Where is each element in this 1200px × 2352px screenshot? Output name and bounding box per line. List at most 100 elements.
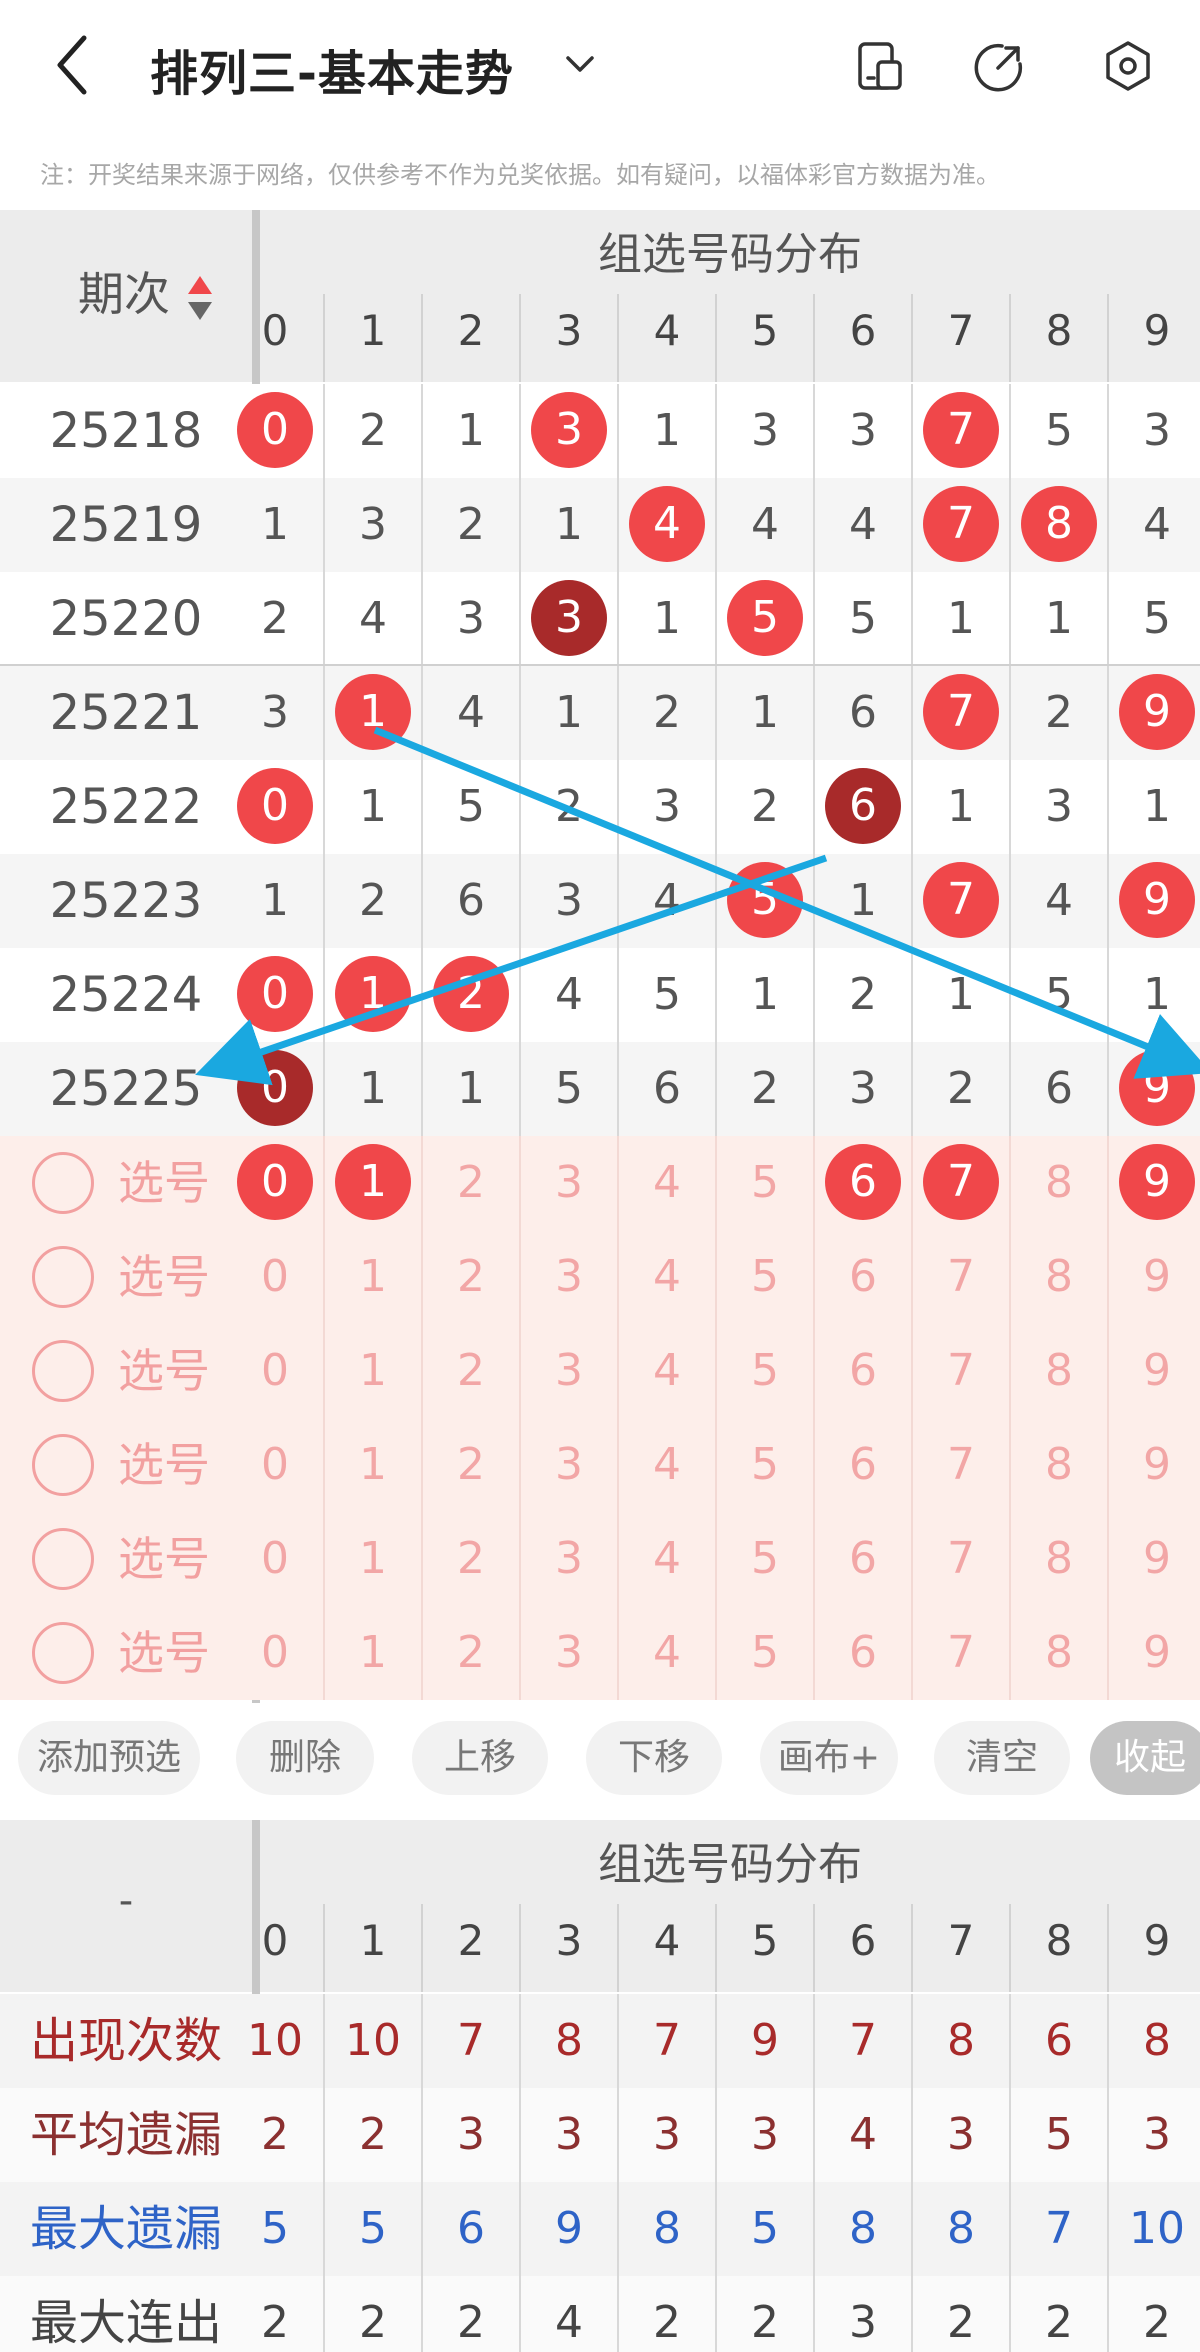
select-number-6[interactable]: 6 — [814, 1136, 912, 1230]
select-number-5[interactable]: 5 — [716, 1324, 814, 1418]
period-number: 25220 — [49, 591, 203, 647]
select-number-0[interactable]: 0 — [226, 1324, 324, 1418]
select-number-8[interactable]: 8 — [1010, 1606, 1108, 1700]
number-cell-2: 3 — [457, 593, 485, 644]
number-cell-4: 3 — [653, 781, 681, 832]
select-number-2[interactable]: 2 — [422, 1418, 520, 1512]
select-radio[interactable] — [32, 1152, 94, 1214]
select-number-5[interactable]: 5 — [716, 1136, 814, 1230]
select-number-1[interactable]: 1 — [324, 1606, 422, 1700]
phone-layout-icon[interactable] — [852, 38, 908, 94]
select-number-3[interactable]: 3 — [520, 1606, 618, 1700]
select-number-9[interactable]: 9 — [1108, 1512, 1200, 1606]
select-number-1[interactable]: 1 — [324, 1512, 422, 1606]
select-radio[interactable] — [32, 1622, 94, 1684]
select-radio[interactable] — [32, 1246, 94, 1308]
select-number-0[interactable]: 0 — [226, 1136, 324, 1230]
number-cell-4: 4 — [653, 875, 681, 926]
select-number-5[interactable]: 5 — [716, 1512, 814, 1606]
select-number-3[interactable]: 3 — [520, 1324, 618, 1418]
select-number-6[interactable]: 6 — [814, 1230, 912, 1324]
settings-icon[interactable] — [1100, 38, 1156, 94]
chevron-down-icon[interactable] — [560, 44, 600, 84]
share-icon[interactable] — [972, 38, 1028, 94]
select-radio[interactable] — [32, 1434, 94, 1496]
select-label: 选号 — [118, 1438, 210, 1492]
select-number-0[interactable]: 0 — [226, 1512, 324, 1606]
drawn-number-ball: 9 — [1119, 674, 1195, 750]
select-number-6[interactable]: 6 — [814, 1324, 912, 1418]
select-number-6[interactable]: 6 — [814, 1512, 912, 1606]
select-number-2[interactable]: 2 — [422, 1512, 520, 1606]
selected-number-ball[interactable]: 6 — [825, 1144, 901, 1220]
drawn-number-ball: 8 — [1021, 486, 1097, 562]
select-number-6[interactable]: 6 — [814, 1418, 912, 1512]
select-number-2[interactable]: 2 — [422, 1324, 520, 1418]
select-number-8[interactable]: 8 — [1010, 1230, 1108, 1324]
select-number-1[interactable]: 1 — [324, 1230, 422, 1324]
select-number-3[interactable]: 3 — [520, 1136, 618, 1230]
select-number-9[interactable]: 9 — [1108, 1136, 1200, 1230]
selected-number-ball[interactable]: 1 — [335, 1144, 411, 1220]
select-number-9[interactable]: 9 — [1108, 1324, 1200, 1418]
sort-icon[interactable] — [186, 272, 214, 324]
stats-value-8: 7 — [1045, 2203, 1073, 2254]
select-number-7[interactable]: 7 — [912, 1418, 1010, 1512]
select-number-9[interactable]: 9 — [1108, 1230, 1200, 1324]
select-number-7[interactable]: 7 — [912, 1512, 1010, 1606]
select-radio[interactable] — [32, 1528, 94, 1590]
canvas-plus-button[interactable]: 画布+ — [760, 1721, 898, 1795]
move-up-button[interactable]: 上移 — [412, 1721, 548, 1795]
select-number-8[interactable]: 8 — [1010, 1324, 1108, 1418]
select-number-6[interactable]: 6 — [814, 1606, 912, 1700]
select-number-0[interactable]: 0 — [226, 1606, 324, 1700]
select-number-4[interactable]: 4 — [618, 1512, 716, 1606]
add-preselection-button[interactable]: 添加预选 — [18, 1721, 200, 1795]
select-number-4[interactable]: 4 — [618, 1606, 716, 1700]
select-number-2[interactable]: 2 — [422, 1230, 520, 1324]
drawn-number-ball: 1 — [335, 674, 411, 750]
select-number-9[interactable]: 9 — [1108, 1606, 1200, 1700]
select-number-4[interactable]: 4 — [618, 1230, 716, 1324]
select-number-4[interactable]: 4 — [618, 1136, 716, 1230]
period-header-cell[interactable]: 期次 — [0, 210, 252, 382]
number-cell-0: 0 — [226, 384, 324, 478]
selected-number-ball[interactable]: 7 — [923, 1144, 999, 1220]
select-number-4[interactable]: 4 — [618, 1324, 716, 1418]
select-number-7[interactable]: 7 — [912, 1230, 1010, 1324]
select-number-3[interactable]: 3 — [520, 1418, 618, 1512]
select-number-3[interactable]: 3 — [520, 1230, 618, 1324]
select-number-5[interactable]: 5 — [716, 1230, 814, 1324]
select-number-5[interactable]: 5 — [716, 1606, 814, 1700]
select-number-0[interactable]: 0 — [226, 1230, 324, 1324]
back-arrow-icon[interactable] — [48, 30, 98, 100]
selected-number-ball[interactable]: 0 — [237, 1144, 313, 1220]
select-number-1[interactable]: 1 — [324, 1136, 422, 1230]
select-number-1[interactable]: 1 — [324, 1418, 422, 1512]
select-number-5[interactable]: 5 — [716, 1418, 814, 1512]
select-number-7[interactable]: 7 — [912, 1606, 1010, 1700]
select-number-0[interactable]: 0 — [226, 1418, 324, 1512]
clear-button[interactable]: 清空 — [934, 1721, 1070, 1795]
page-title[interactable]: 排列三-基本走势 — [150, 34, 514, 104]
select-number-2[interactable]: 2 — [422, 1136, 520, 1230]
stats-row: 最大遗漏 5 5 6 9 8 5 8 8 7 10 — [0, 2182, 1200, 2276]
select-number-4[interactable]: 4 — [618, 1418, 716, 1512]
select-number-7[interactable]: 7 — [912, 1136, 1010, 1230]
delete-button[interactable]: 删除 — [236, 1721, 374, 1795]
selected-number-ball[interactable]: 9 — [1119, 1144, 1195, 1220]
select-number-3[interactable]: 3 — [520, 1512, 618, 1606]
number-cell-3: 2 — [555, 781, 583, 832]
stats-value-3: 9 — [555, 2203, 583, 2254]
select-number-8[interactable]: 8 — [1010, 1136, 1108, 1230]
select-number-2[interactable]: 2 — [422, 1606, 520, 1700]
select-number-1[interactable]: 1 — [324, 1324, 422, 1418]
select-radio[interactable] — [32, 1340, 94, 1402]
move-down-button[interactable]: 下移 — [586, 1721, 722, 1795]
select-number-7[interactable]: 7 — [912, 1324, 1010, 1418]
select-number-8[interactable]: 8 — [1010, 1418, 1108, 1512]
select-number-9[interactable]: 9 — [1108, 1418, 1200, 1512]
stats-value-0: 5 — [261, 2203, 289, 2254]
select-number-8[interactable]: 8 — [1010, 1512, 1108, 1606]
collapse-button[interactable]: 收起 — [1090, 1721, 1200, 1795]
